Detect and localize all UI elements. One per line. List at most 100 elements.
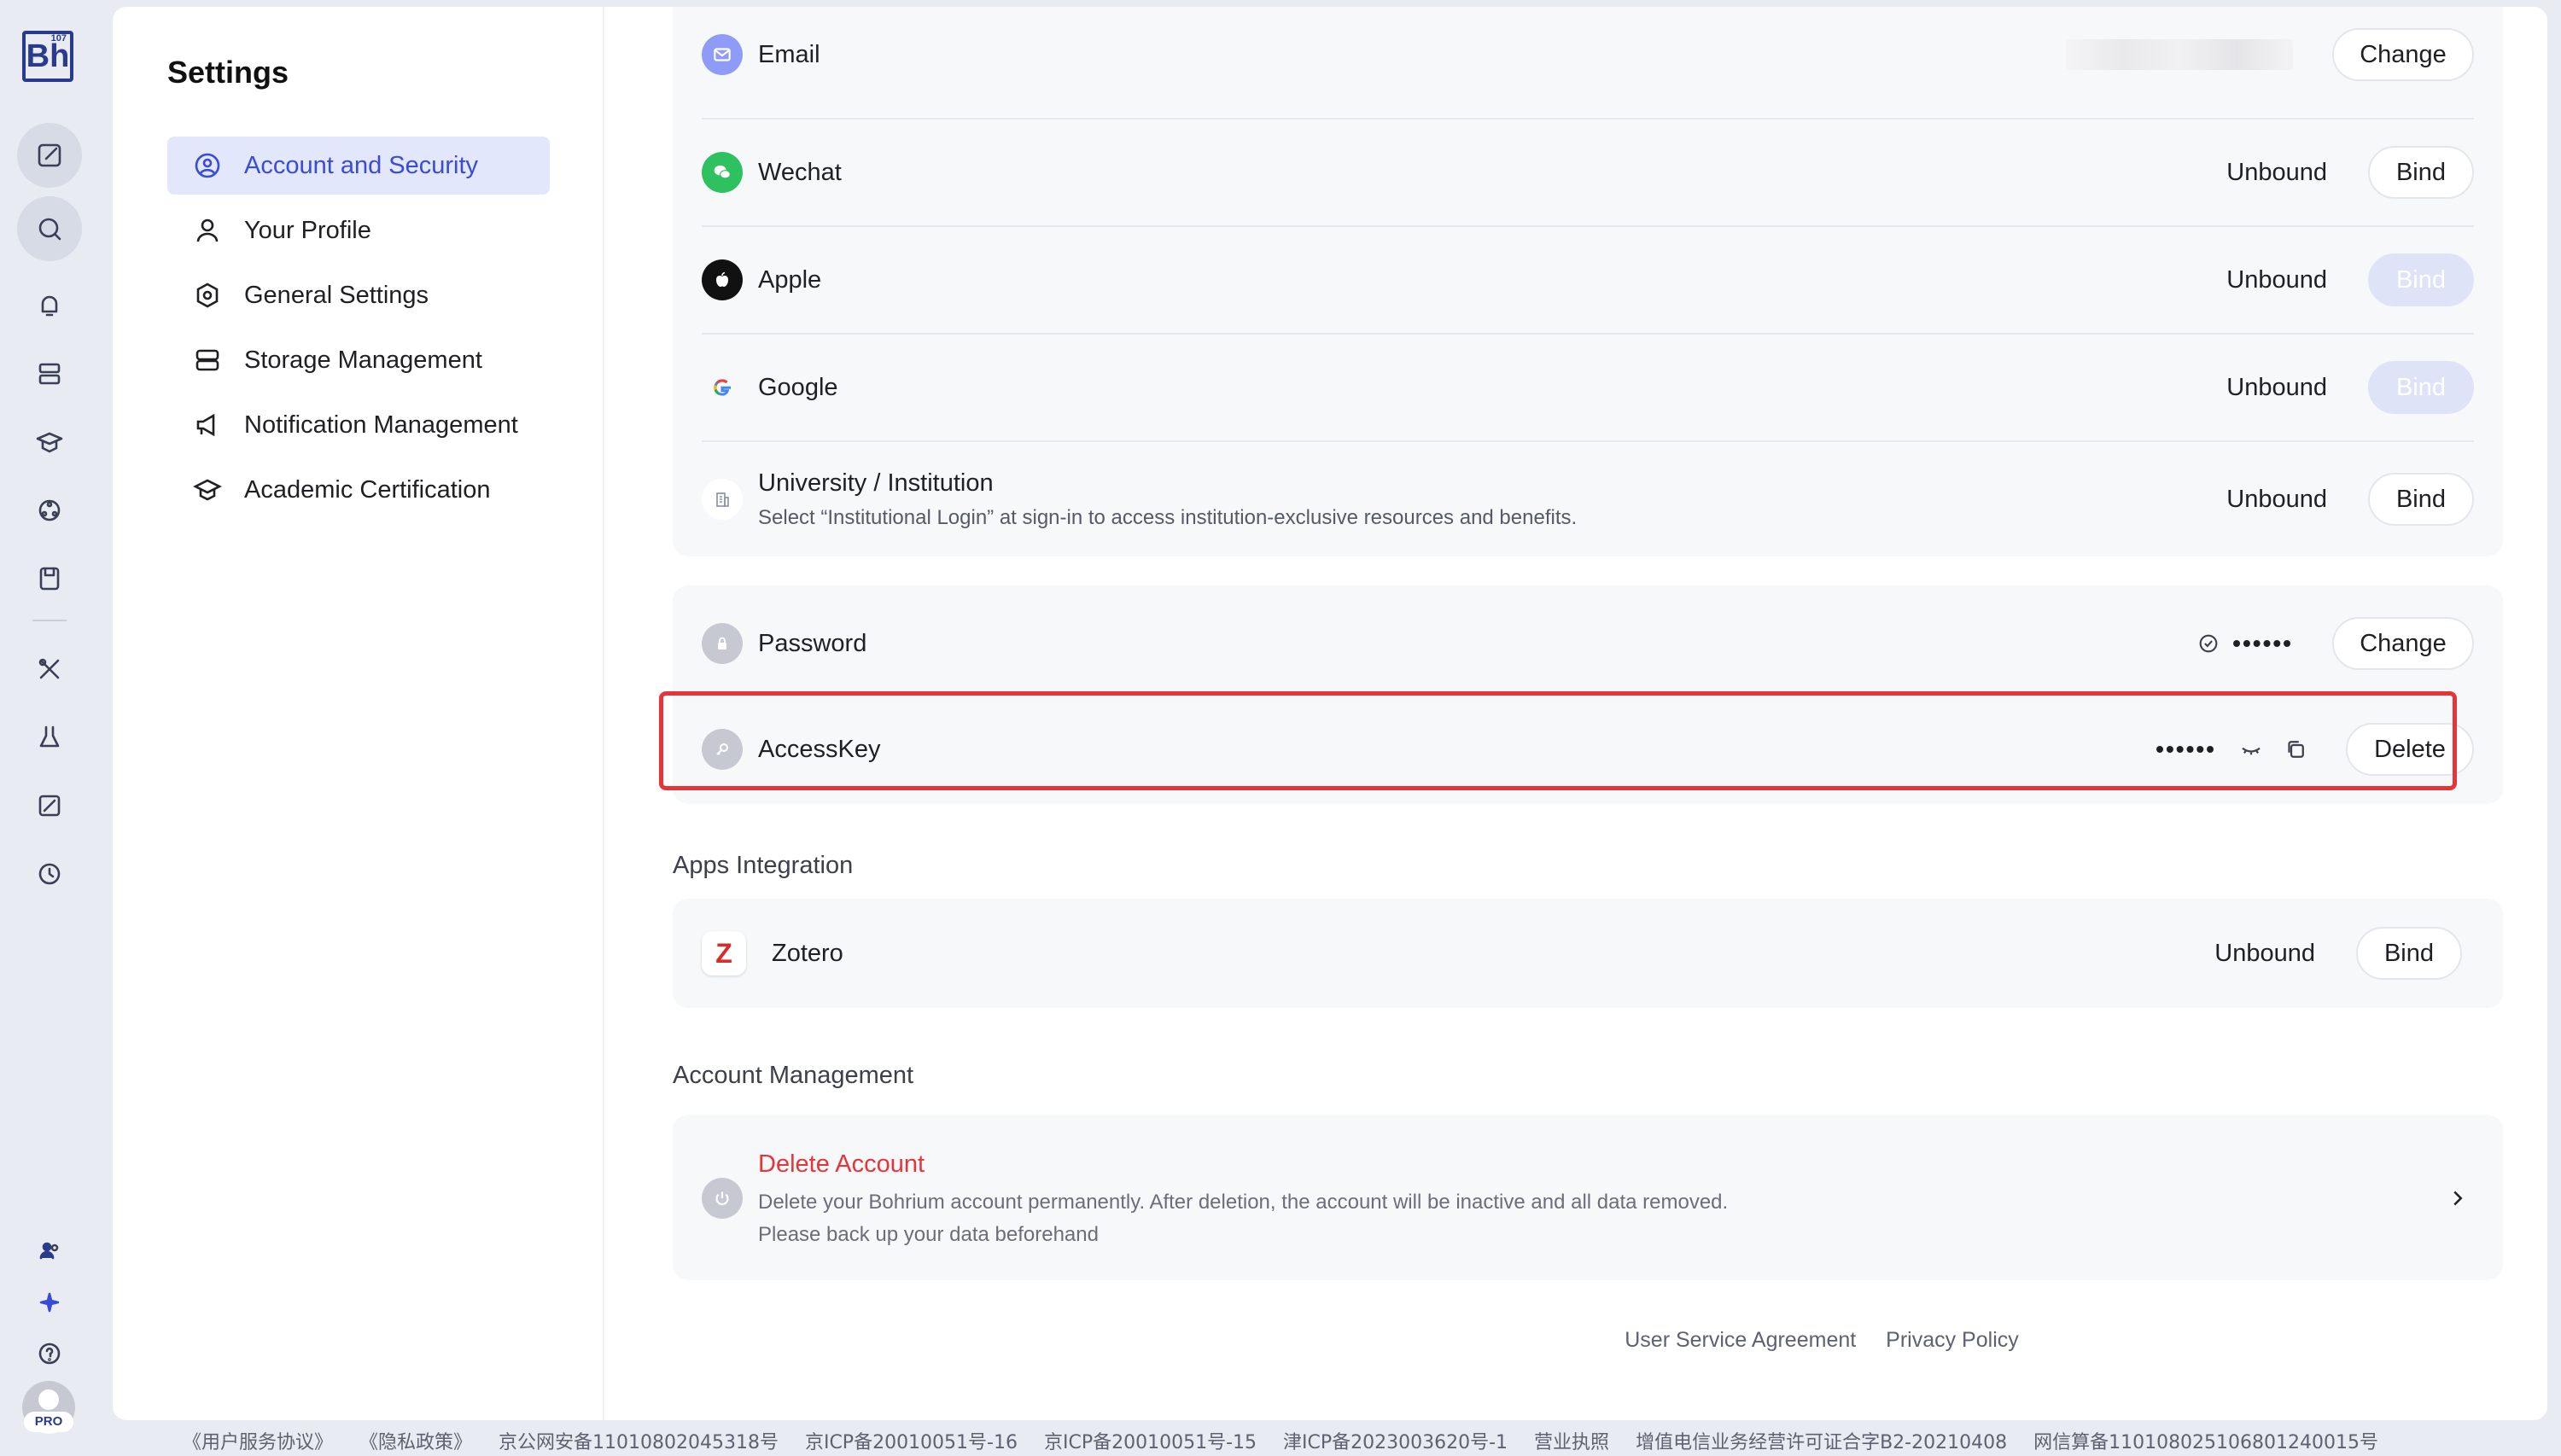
calculator-icon[interactable] bbox=[17, 773, 82, 838]
delete-account-panel[interactable]: Delete Account Delete your Bohrium accou… bbox=[673, 1115, 2503, 1280]
institution-description: Select “Institutional Login” at sign-in … bbox=[758, 505, 1578, 529]
google-label: Google bbox=[758, 373, 838, 401]
wechat-icon bbox=[702, 152, 743, 193]
zotero-label: Zotero bbox=[772, 939, 843, 967]
sidebar-item-label: Account and Security bbox=[244, 151, 479, 179]
sidebar-item-label: Notification Management bbox=[244, 411, 518, 439]
left-rail: 107 Bh PRO bbox=[0, 0, 99, 1456]
lock-icon bbox=[702, 623, 743, 664]
help-icon[interactable] bbox=[17, 1321, 82, 1386]
flask-icon[interactable] bbox=[17, 705, 82, 770]
sidebar-item-academic-certification[interactable]: Academic Certification bbox=[167, 461, 550, 519]
icp-footer: 《用户服务协议》 《隐私政策》 京公网安备11010802045318号 京IC… bbox=[0, 1427, 2561, 1454]
icp-link[interactable]: 京ICP备20010051号-15 bbox=[1044, 1432, 1257, 1453]
icp-link[interactable]: 网信算备110108025106801240015号 bbox=[2033, 1432, 2378, 1453]
icp-link[interactable]: 《用户服务协议》 bbox=[183, 1432, 333, 1453]
tools-icon[interactable] bbox=[17, 637, 82, 702]
institution-label: University / Institution bbox=[758, 469, 994, 497]
icp-link[interactable]: 《隐私政策》 bbox=[359, 1432, 472, 1453]
sidebar-item-label: Your Profile bbox=[244, 216, 371, 244]
sidebar-item-storage-management[interactable]: Storage Management bbox=[167, 331, 550, 389]
sidebar-item-your-profile[interactable]: Your Profile bbox=[167, 201, 550, 259]
wechat-status: Unbound bbox=[2226, 158, 2327, 186]
bind-google-button[interactable]: Bind bbox=[2368, 361, 2474, 414]
apps-integration-title: Apps Integration bbox=[673, 852, 854, 879]
storage-icon bbox=[195, 349, 219, 371]
sidebar-item-label: Storage Management bbox=[244, 346, 482, 374]
courses-icon[interactable] bbox=[17, 410, 82, 475]
database-icon[interactable] bbox=[17, 341, 82, 406]
institution-row: University / Institution Select “Institu… bbox=[702, 442, 2474, 556]
bell-icon[interactable] bbox=[17, 273, 82, 338]
account-management-title: Account Management bbox=[673, 1062, 914, 1089]
sidebar-item-notification-management[interactable]: Notification Management bbox=[167, 396, 550, 454]
history-icon[interactable] bbox=[17, 842, 82, 906]
bind-wechat-button[interactable]: Bind bbox=[2368, 146, 2474, 199]
app-logo[interactable]: 107 Bh bbox=[22, 31, 73, 82]
settings-content: Email Change Wechat Unbound Bind Apple U… bbox=[604, 7, 2547, 1420]
password-masked: •••••• bbox=[2232, 630, 2293, 656]
email-row: Email Change bbox=[702, 10, 2474, 99]
delete-account-description: Delete your Bohrium account permanently.… bbox=[758, 1190, 1729, 1214]
wechat-row: Wechat Unbound Bind bbox=[702, 119, 2474, 225]
google-row: Google Unbound Bind bbox=[702, 335, 2474, 440]
zotero-status: Unbound bbox=[2214, 939, 2315, 967]
delete-account-warning: Please back up your data beforehand bbox=[758, 1222, 1099, 1246]
delete-account-text: Delete Account Delete your Bohrium accou… bbox=[758, 1150, 1728, 1247]
sidebar-item-label: Academic Certification bbox=[244, 475, 491, 504]
icp-link[interactable]: 营业执照 bbox=[1534, 1432, 1609, 1453]
settings-sidebar: Settings Account and Security Your Profi… bbox=[113, 7, 604, 1420]
icp-link[interactable]: 京公网安备11010802045318号 bbox=[499, 1432, 779, 1453]
apps-integration-panel: Z Zotero Unbound Bind bbox=[673, 899, 2503, 1008]
email-value-redacted bbox=[2066, 39, 2293, 70]
settings-card: Settings Account and Security Your Profi… bbox=[113, 7, 2547, 1420]
change-email-button[interactable]: Change bbox=[2332, 28, 2474, 81]
settings-hex-icon bbox=[196, 282, 219, 308]
footer-links: User Service Agreement Privacy Policy bbox=[113, 1328, 2547, 1353]
bind-institution-button[interactable]: Bind bbox=[2368, 473, 2474, 526]
apple-icon bbox=[702, 259, 743, 300]
icp-link[interactable]: 京ICP备20010051号-16 bbox=[805, 1432, 1018, 1453]
check-circle-icon bbox=[2199, 634, 2218, 653]
wechat-label: Wechat bbox=[758, 158, 842, 186]
building-icon bbox=[702, 479, 743, 520]
accesskey-highlight-box bbox=[659, 691, 2457, 790]
change-password-button[interactable]: Change bbox=[2332, 617, 2474, 670]
icp-link[interactable]: 津ICP备2023003620号-1 bbox=[1283, 1432, 1508, 1453]
institution-text: University / Institution Select “Institu… bbox=[758, 469, 1577, 530]
search-icon[interactable] bbox=[17, 196, 82, 261]
icp-link[interactable]: 增值电信业务经营许可证合字B2-20210408 bbox=[1636, 1432, 2007, 1453]
chevron-right-icon[interactable] bbox=[2445, 1185, 2471, 1211]
edit-icon[interactable] bbox=[17, 123, 82, 188]
apple-row: Apple Unbound Bind bbox=[702, 227, 2474, 333]
zotero-icon: Z bbox=[702, 931, 746, 976]
mail-icon bbox=[702, 34, 743, 75]
google-status: Unbound bbox=[2226, 373, 2327, 401]
power-icon bbox=[702, 1178, 743, 1219]
google-icon bbox=[702, 367, 743, 408]
zotero-row: Z Zotero Unbound Bind bbox=[702, 900, 2462, 1006]
bind-zotero-button[interactable]: Bind bbox=[2356, 927, 2462, 980]
bindings-panel: Email Change Wechat Unbound Bind Apple U… bbox=[673, 7, 2503, 556]
sidebar-item-general-settings[interactable]: General Settings bbox=[167, 266, 550, 324]
rail-divider bbox=[32, 620, 67, 621]
delete-account-row[interactable]: Delete Account Delete your Bohrium accou… bbox=[702, 1139, 2471, 1258]
save-icon[interactable] bbox=[17, 546, 82, 611]
password-row: Password •••••• Change bbox=[702, 591, 2474, 696]
apple-status: Unbound bbox=[2226, 265, 2327, 294]
email-label: Email bbox=[758, 40, 820, 68]
sidebar-item-label: General Settings bbox=[244, 281, 429, 309]
user-service-agreement-link[interactable]: User Service Agreement bbox=[1625, 1328, 1856, 1352]
privacy-policy-link[interactable]: Privacy Policy bbox=[1886, 1328, 2019, 1352]
delete-account-title: Delete Account bbox=[758, 1150, 925, 1178]
user-circle-icon bbox=[195, 153, 220, 178]
page-title: Settings bbox=[167, 55, 289, 90]
network-icon[interactable] bbox=[17, 478, 82, 543]
person-icon bbox=[196, 218, 219, 242]
sidebar-item-account-security[interactable]: Account and Security bbox=[167, 137, 550, 195]
institution-status: Unbound bbox=[2226, 485, 2327, 513]
password-label: Password bbox=[758, 629, 867, 657]
apple-label: Apple bbox=[758, 265, 822, 294]
bind-apple-button[interactable]: Bind bbox=[2368, 253, 2474, 306]
graduation-cap-icon bbox=[193, 479, 222, 501]
